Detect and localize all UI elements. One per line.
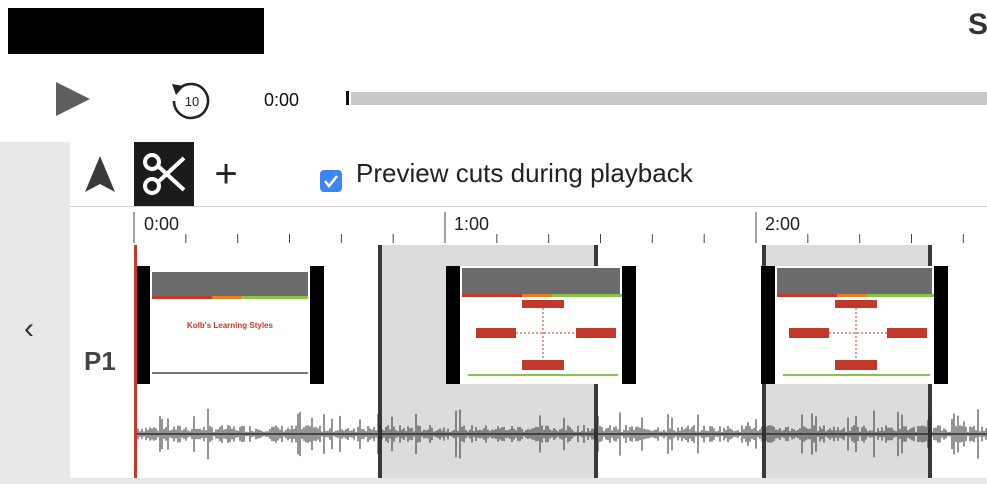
playhead[interactable]: [134, 245, 137, 478]
audio-waveform[interactable]: [0, 0, 987, 484]
